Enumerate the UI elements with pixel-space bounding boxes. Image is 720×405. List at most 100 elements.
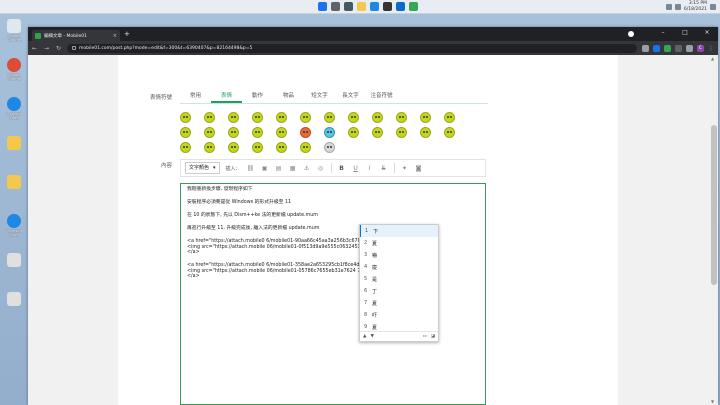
page-scrollbar[interactable]: ▲ ▼ (710, 55, 718, 405)
underline-button[interactable]: U (352, 165, 360, 172)
tab-objects[interactable]: 物品 (273, 90, 304, 103)
emoticon-icon[interactable] (180, 127, 191, 138)
ime-candidate[interactable]: 8 吓 (360, 309, 438, 321)
ime-expand-icon[interactable]: ▭ (422, 334, 426, 339)
italic-button[interactable]: I (366, 165, 374, 172)
emoticon-icon[interactable] (300, 112, 311, 123)
emoticon-icon[interactable] (420, 112, 431, 123)
link-icon[interactable]: ⛓ (247, 165, 255, 172)
task-view-icon[interactable] (344, 2, 353, 11)
reload-icon[interactable]: ↻ (55, 45, 62, 52)
tab-close-icon[interactable]: × (113, 33, 117, 39)
emoticon-icon[interactable] (444, 112, 455, 123)
emoticon-icon[interactable] (276, 112, 287, 123)
emoticon-icon[interactable] (228, 127, 239, 138)
ime-candidate[interactable]: 5 是 (360, 273, 438, 285)
scrollbar-thumb[interactable] (711, 125, 717, 285)
back-arrow-icon[interactable]: ← (31, 45, 38, 52)
photo-album-icon[interactable]: ▤ (275, 165, 283, 172)
profile-avatar[interactable]: C (697, 44, 704, 52)
desktop-icon[interactable]: Google Chrome (2, 16, 26, 54)
emoticon-icon[interactable] (300, 127, 311, 138)
emoticon-icon[interactable] (276, 142, 287, 153)
new-tab-button[interactable]: + (124, 30, 130, 38)
forward-arrow-icon[interactable]: → (43, 45, 50, 52)
emoticon-icon[interactable] (228, 112, 239, 123)
image-icon[interactable]: ▣ (261, 165, 269, 172)
tab-zhuyin[interactable]: 注音符號 (366, 90, 397, 103)
emoticon-icon[interactable] (252, 112, 263, 123)
bold-button[interactable]: B (338, 165, 346, 172)
desktop-icon[interactable] (2, 172, 26, 210)
maximize-button[interactable]: □ (674, 27, 696, 39)
desktop-icon[interactable] (2, 289, 26, 327)
emoticon-icon[interactable] (444, 127, 455, 138)
instagram-icon[interactable]: ◙ (415, 165, 423, 172)
desktop-icon[interactable] (2, 250, 26, 288)
tab-short-text[interactable]: 短文字 (304, 90, 335, 103)
emoticon-icon[interactable] (180, 112, 191, 123)
emoticon-icon[interactable] (420, 127, 431, 138)
emoticon-icon[interactable] (396, 127, 407, 138)
ime-candidate[interactable]: 2 夏 (360, 237, 438, 249)
ime-candidate[interactable]: 3 嚇 (360, 249, 438, 261)
network-icon[interactable] (665, 3, 672, 10)
emoticon-icon[interactable] (228, 142, 239, 153)
emoticon-icon[interactable] (204, 142, 215, 153)
tab-edit-post[interactable]: 編輯文章 - Mobile01 × (32, 30, 120, 41)
strikethrough-button[interactable]: S (380, 165, 388, 172)
puzzle-icon[interactable] (686, 44, 693, 52)
chrome-icon[interactable] (409, 2, 418, 11)
extension-icon[interactable] (653, 44, 660, 52)
search-icon[interactable] (331, 2, 340, 11)
scroll-down-icon[interactable]: ▼ (711, 399, 714, 404)
notifications-icon[interactable] (710, 3, 716, 10)
desktop-icon[interactable]: Microsoft Edge (2, 94, 26, 132)
ime-candidate[interactable]: 4 廈 (360, 261, 438, 273)
volume-icon[interactable] (674, 3, 681, 10)
minimize-button[interactable]: – (652, 27, 674, 39)
emoticon-icon[interactable] (276, 127, 287, 138)
emoticon-icon[interactable] (180, 142, 191, 153)
ime-candidate[interactable]: 7 夏 (360, 297, 438, 309)
emoticon-icon[interactable] (348, 112, 359, 123)
emoticon-icon[interactable] (204, 112, 215, 123)
tab-actions[interactable]: 動作 (242, 90, 273, 103)
emoticon-icon[interactable] (372, 112, 383, 123)
emoticon-icon[interactable] (324, 112, 335, 123)
emoticon-icon[interactable] (252, 127, 263, 138)
file-explorer-icon[interactable] (357, 2, 366, 11)
desktop-icon[interactable]: Google Chrome (2, 55, 26, 93)
text-color-select[interactable]: 文字顏色 ▾ (185, 162, 220, 174)
emoticon-icon[interactable] (324, 127, 335, 138)
close-window-button[interactable]: × (696, 27, 718, 39)
menu-kebab-icon[interactable]: ⋮ (708, 45, 715, 52)
emoticon-icon[interactable] (204, 127, 215, 138)
ime-next-page-icon[interactable]: ▼ (370, 334, 373, 339)
desktop-icon[interactable] (2, 133, 26, 171)
extension-icon[interactable] (664, 44, 671, 52)
emoticon-icon[interactable] (300, 142, 311, 153)
ime-candidate[interactable]: 6 丁 (360, 285, 438, 297)
tab-search-icon[interactable] (628, 31, 634, 37)
emoticon-icon[interactable] (396, 112, 407, 123)
windows-start-icon[interactable] (318, 2, 327, 11)
edge-icon[interactable] (370, 2, 379, 11)
emoticon-icon[interactable] (252, 142, 263, 153)
emoticon-icon[interactable] (324, 142, 335, 153)
tab-expressions[interactable]: 表情 (211, 90, 242, 103)
store-icon[interactable] (383, 2, 392, 11)
twitter-icon[interactable]: ✦ (401, 165, 409, 172)
ime-settings-icon[interactable]: ◪ (431, 334, 435, 339)
address-bar[interactable]: mobile01.com/post.php?mode=edit&f=300&t=… (67, 43, 637, 53)
emoticon-icon[interactable] (372, 127, 383, 138)
video-icon[interactable]: ▦ (289, 165, 297, 172)
post-content-editor[interactable]: 我剛重新換步驟, 發現程序如下 安裝程序必須要是從 Windows 的形式升級至… (180, 183, 486, 405)
ime-prev-page-icon[interactable]: ▲ (363, 334, 366, 339)
scroll-up-icon[interactable]: ▲ (711, 56, 714, 61)
tab-common[interactable]: 常用 (180, 90, 211, 103)
extension-icon[interactable] (675, 44, 682, 52)
emoticon-icon[interactable] (348, 127, 359, 138)
mail-icon[interactable] (396, 2, 405, 11)
desktop-icon[interactable]: Microsoft Edge (2, 211, 26, 249)
